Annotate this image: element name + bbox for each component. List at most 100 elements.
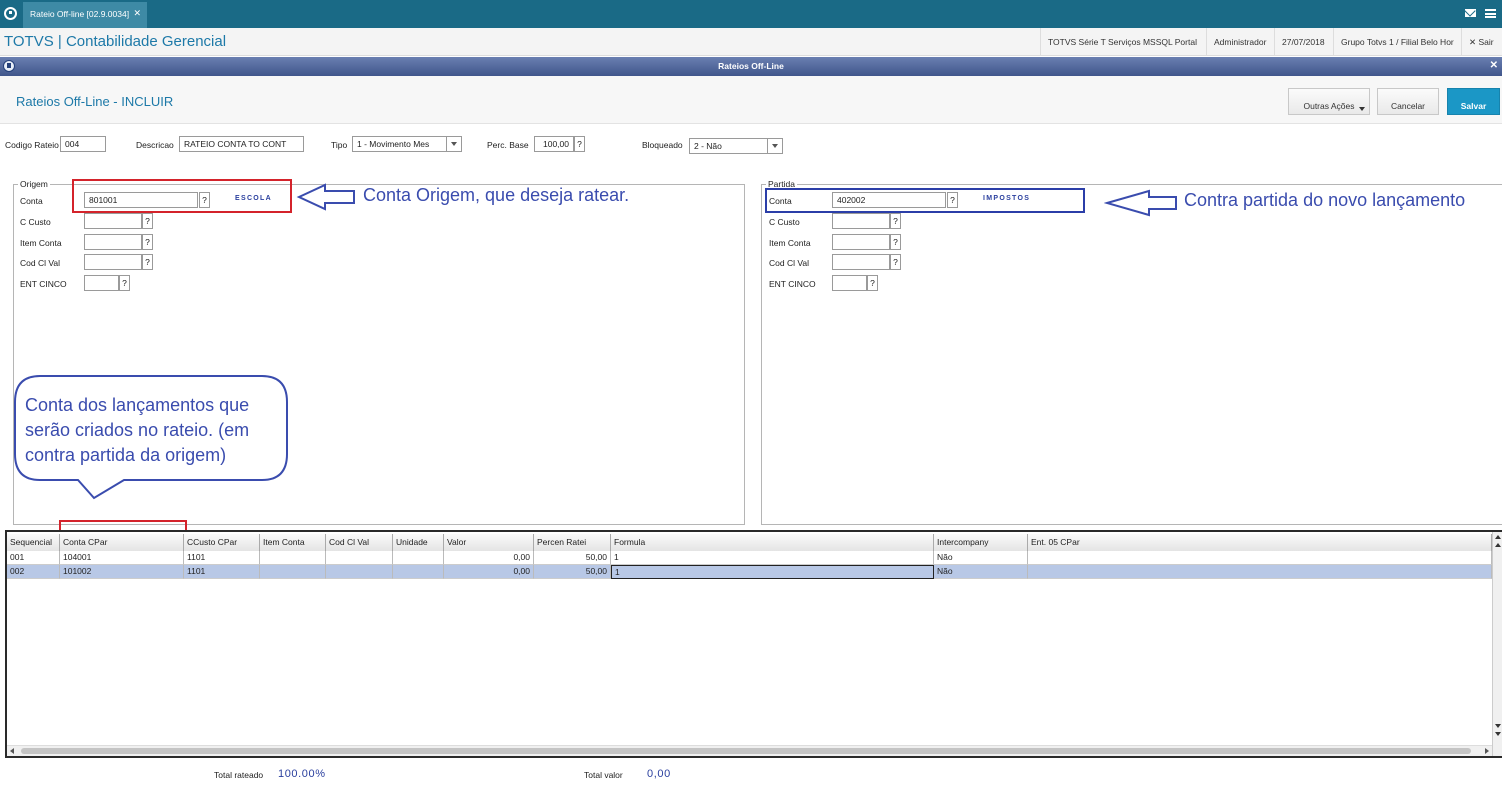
chevron-down-icon — [1359, 107, 1365, 111]
chevron-down-icon — [767, 139, 782, 153]
origem-title: Origem — [18, 179, 50, 189]
cell-conta-cpar[interactable]: 104001 — [60, 551, 184, 565]
rateio-grid[interactable]: Sequencial Conta CPar CCusto CPar Item C… — [5, 530, 1502, 758]
scroll-thumb[interactable] — [21, 748, 1471, 754]
user-label: Administrador — [1206, 28, 1274, 56]
origem-ent-input[interactable] — [84, 275, 119, 291]
cell-sequencial[interactable]: 001 — [7, 551, 60, 565]
partida-ccusto-input[interactable] — [832, 213, 890, 229]
cancel-button[interactable]: Cancelar — [1377, 88, 1439, 115]
origem-item-label: Item Conta — [20, 238, 62, 248]
total-rateado-value: 100.00% — [278, 768, 326, 780]
table-row[interactable]: 001 104001 1101 0,00 50,00 1 Não — [7, 551, 1492, 565]
origem-ccusto-label: C Custo — [20, 217, 51, 227]
partida-item-help-button[interactable]: ? — [890, 234, 901, 250]
partida-codcl-input[interactable] — [832, 254, 890, 270]
partida-item-input[interactable] — [832, 234, 890, 250]
origem-item-input[interactable] — [84, 234, 142, 250]
codigo-rateio-input[interactable]: 004 — [60, 136, 106, 152]
col-header-sequencial[interactable]: Sequencial — [7, 534, 60, 551]
brand-title: TOTVS | Contabilidade Gerencial — [4, 33, 227, 50]
col-header-item-conta[interactable]: Item Conta — [260, 534, 326, 551]
cell-item-conta[interactable] — [260, 565, 326, 579]
col-header-cod-cl-val[interactable]: Cod Cl Val — [326, 534, 393, 551]
origem-ccusto-input[interactable] — [84, 213, 142, 229]
exit-button[interactable]: ✕ Sair — [1461, 28, 1502, 56]
cell-intercompany[interactable]: Não — [934, 565, 1028, 579]
mail-icon[interactable] — [1465, 9, 1476, 17]
origem-codcl-input[interactable] — [84, 254, 142, 270]
col-header-formula[interactable]: Formula — [611, 534, 934, 551]
other-actions-button[interactable]: Outras Ações — [1288, 88, 1370, 115]
cell-percen-ratei[interactable]: 50,00 — [534, 565, 611, 579]
total-rateado-label: Total rateado — [214, 770, 264, 780]
col-header-intercompany[interactable]: Intercompany — [934, 534, 1028, 551]
cell-ccusto-cpar[interactable]: 1101 — [184, 565, 260, 579]
cell-valor[interactable]: 0,00 — [444, 565, 534, 579]
perc-base-label: Perc. Base — [487, 140, 529, 150]
grid-horizontal-scrollbar[interactable] — [7, 745, 1492, 756]
partida-codcl-help-button[interactable]: ? — [890, 254, 901, 270]
other-actions-label: Outras Ações — [1303, 100, 1355, 111]
cell-cod-cl-val[interactable] — [326, 551, 393, 565]
partida-highlight-box — [765, 188, 1085, 213]
origem-ccusto-help-button[interactable]: ? — [142, 213, 153, 229]
tipo-select[interactable]: 1 - Movimento Mes — [352, 136, 462, 152]
origem-highlight-box — [72, 179, 292, 213]
col-header-ent05-cpar[interactable]: Ent. 05 CPar — [1028, 534, 1492, 551]
cell-ent05-cpar[interactable] — [1028, 551, 1492, 565]
scroll-down-icon[interactable] — [1494, 722, 1502, 729]
cell-sequencial[interactable]: 002 — [7, 565, 60, 579]
cell-intercompany[interactable]: Não — [934, 551, 1028, 565]
window-title-bar: Rateios Off-Line ✕ — [0, 57, 1502, 76]
window-close-icon[interactable]: ✕ — [1490, 60, 1498, 71]
scroll-bottom-icon[interactable] — [1494, 730, 1502, 737]
cell-ccusto-cpar[interactable]: 1101 — [184, 551, 260, 565]
origem-conta-label: Conta — [20, 196, 43, 206]
cell-ent05-cpar[interactable] — [1028, 565, 1492, 579]
environment-label: TOTVS Série T Serviços MSSQL Portal — [1040, 28, 1206, 56]
origem-ent-help-button[interactable]: ? — [119, 275, 130, 291]
bloqueado-select[interactable]: 2 - Não — [689, 138, 783, 154]
col-header-valor[interactable]: Valor — [444, 534, 534, 551]
cell-formula-active[interactable]: 1 — [611, 565, 934, 579]
descricao-input[interactable]: RATEIO CONTA TO CONT — [179, 136, 304, 152]
cell-cod-cl-val[interactable] — [326, 565, 393, 579]
cell-unidade[interactable] — [393, 565, 444, 579]
scroll-top-icon[interactable] — [1494, 534, 1502, 541]
tab-close-icon[interactable]: ✕ — [133, 8, 141, 19]
scroll-left-icon[interactable] — [10, 748, 14, 754]
partida-ccusto-help-button[interactable]: ? — [890, 213, 901, 229]
total-valor-value: 0,00 — [647, 768, 671, 780]
partida-ent-input[interactable] — [832, 275, 867, 291]
perc-base-input[interactable]: 100,00 — [534, 136, 574, 152]
callout-text-line1: Conta dos lançamentos que — [25, 395, 250, 415]
save-button[interactable]: Salvar — [1447, 88, 1500, 115]
table-row-selected[interactable]: 002 101002 1101 0,00 50,00 1 Não — [7, 565, 1492, 579]
tab-rateio-offline[interactable]: Rateio Off-line [02.9.0034] ✕ — [23, 2, 147, 28]
origem-annotation-text: Conta Origem, que deseja ratear. — [363, 185, 630, 205]
total-valor-label: Total valor — [584, 770, 623, 780]
window-title: Rateios Off-Line — [718, 61, 784, 71]
cell-formula[interactable]: 1 — [611, 551, 934, 565]
partida-ent-help-button[interactable]: ? — [867, 275, 878, 291]
date-label: 27/07/2018 — [1274, 28, 1333, 56]
menu-icon[interactable] — [1485, 9, 1496, 18]
cell-conta-cpar[interactable]: 101002 — [60, 565, 184, 579]
cell-percen-ratei[interactable]: 50,00 — [534, 551, 611, 565]
cell-valor[interactable]: 0,00 — [444, 551, 534, 565]
col-header-unidade[interactable]: Unidade — [393, 534, 444, 551]
cell-unidade[interactable] — [393, 551, 444, 565]
origem-item-help-button[interactable]: ? — [142, 234, 153, 250]
col-header-percen-ratei[interactable]: Percen Ratei — [534, 534, 611, 551]
scroll-right-icon[interactable] — [1485, 748, 1489, 754]
cell-item-conta[interactable] — [260, 551, 326, 565]
perc-base-help-button[interactable]: ? — [574, 136, 585, 152]
partida-item-label: Item Conta — [769, 238, 811, 248]
col-header-conta-cpar[interactable]: Conta CPar — [60, 534, 184, 551]
grid-vertical-scrollbar[interactable] — [1492, 532, 1502, 756]
scroll-up-icon[interactable] — [1494, 542, 1502, 549]
col-header-ccusto-cpar[interactable]: CCusto CPar — [184, 534, 260, 551]
origem-codcl-help-button[interactable]: ? — [142, 254, 153, 270]
partida-ccusto-label: C Custo — [769, 217, 800, 227]
